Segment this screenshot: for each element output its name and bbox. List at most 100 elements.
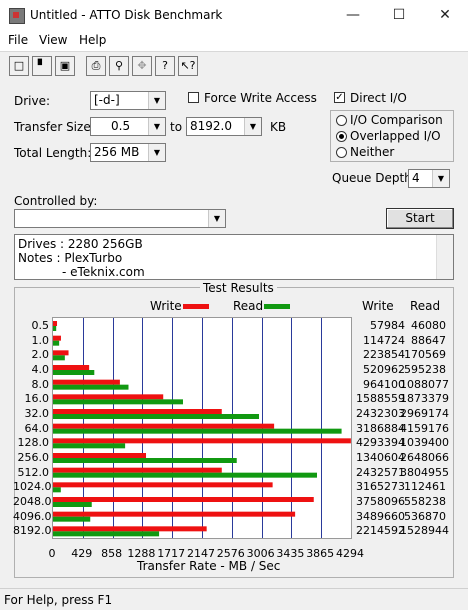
write-value-1024.0: 3165273: [356, 480, 405, 494]
print-preview-icon[interactable]: ⚲: [109, 56, 129, 76]
radio-neither[interactable]: [336, 147, 347, 158]
direct-io-checkbox[interactable]: ✓: [334, 92, 345, 103]
write-bar-1024.0: [53, 482, 273, 488]
write-bar-8192.0: [53, 526, 207, 532]
write-value-2.0: 223854: [363, 348, 405, 362]
status-text: For Help, press F1: [4, 593, 113, 607]
row-label-1.0: 1.0: [31, 333, 50, 347]
read-bar-1024.0: [53, 487, 61, 493]
chevron-down-icon: ▼: [148, 118, 165, 135]
notes-line-drives: Drives : 2280 256GB: [18, 237, 143, 251]
read-bar-64.0: [53, 428, 342, 434]
read-bar-4096.0: [53, 516, 91, 522]
radio-io-comparison[interactable]: [336, 115, 347, 126]
queue-depth-select[interactable]: 4 ▼: [408, 169, 450, 188]
row-label-256.0: 256.0: [17, 451, 50, 464]
total-length-select[interactable]: 256 MB ▼: [90, 143, 166, 162]
menu-view[interactable]: View: [39, 33, 67, 47]
write-bar-256.0: [53, 453, 147, 458]
row-label-4096.0: 4096.0: [13, 509, 52, 523]
x-axis-label: Transfer Rate - MB / Sec: [137, 559, 281, 573]
radio-overlapped-io[interactable]: [336, 131, 347, 142]
results-plot: [52, 317, 352, 539]
row-label-16.0: 16.0: [24, 392, 50, 406]
write-bar-2048.0: [53, 497, 314, 502]
transfer-from-select[interactable]: 0.5 ▼: [90, 117, 166, 136]
total-length-label: Total Length:: [14, 146, 92, 160]
chevron-down-icon: ▼: [148, 144, 165, 161]
drive-value: [-d-]: [94, 93, 120, 107]
column-read-header: Read: [410, 299, 441, 313]
menu-help[interactable]: Help: [79, 33, 106, 47]
menu-bar: File View Help: [0, 31, 468, 51]
write-bar-4096.0: [53, 511, 296, 517]
row-label-0.5: 0.5: [31, 319, 50, 332]
read-value-8.0: 1088077: [400, 377, 449, 391]
start-button[interactable]: Start: [386, 208, 454, 229]
read-value-128.0: 1039400: [400, 436, 449, 450]
context-help-icon[interactable]: ↖?: [178, 56, 198, 76]
force-write-checkbox[interactable]: [188, 92, 199, 103]
status-bar: For Help, press F1: [0, 588, 468, 610]
write-bar-512.0: [53, 467, 222, 473]
transfer-from-value: 0.5: [111, 119, 131, 133]
read-value-0.5: 46080: [411, 319, 446, 332]
drive-label: Drive:: [14, 94, 51, 108]
x-tick-0: 0: [48, 547, 56, 560]
close-button[interactable]: ✕: [422, 0, 468, 31]
read-bar-8.0: [53, 384, 129, 390]
neither-label: Neither: [350, 145, 395, 159]
write-value-4.0: 520962: [363, 363, 405, 376]
read-bar-512.0: [53, 472, 318, 478]
read-value-8192.0: 1528944: [400, 524, 449, 538]
help-icon[interactable]: ?: [155, 56, 175, 76]
column-write-header: Write: [362, 299, 394, 313]
row-label-64.0: 64.0: [24, 421, 50, 435]
chevron-down-icon: ▼: [432, 170, 449, 187]
read-value-4096.0: 536870: [404, 509, 446, 523]
read-value-16.0: 1873379: [400, 392, 449, 406]
chevron-down-icon: ▼: [244, 118, 261, 135]
read-bar-32.0: [53, 414, 260, 419]
read-value-512.0: 3804955: [400, 465, 449, 479]
transfer-to-select[interactable]: 8192.0 ▼: [186, 117, 262, 136]
x-tick-4294: 4294: [336, 547, 364, 560]
write-value-256.0: 1340604: [356, 451, 405, 464]
read-value-32.0: 2969174: [400, 407, 449, 420]
chevron-down-icon: ▼: [148, 92, 165, 109]
controlled-by-select[interactable]: ▼: [14, 209, 226, 228]
row-label-2.0: 2.0: [31, 348, 50, 362]
window-title: Untitled - ATTO Disk Benchmark: [30, 8, 223, 22]
open-icon[interactable]: ▘: [32, 56, 52, 76]
minimize-button[interactable]: —: [330, 0, 376, 31]
menu-file[interactable]: File: [8, 33, 28, 47]
write-bar-64.0: [53, 423, 275, 429]
transfer-unit: KB: [270, 120, 287, 134]
read-bar-1.0: [53, 340, 60, 346]
print-icon[interactable]: ⎙: [86, 56, 106, 76]
read-value-2048.0: 558238: [404, 495, 446, 508]
transfer-to-label: to: [170, 120, 183, 134]
write-value-1.0: 114724: [363, 333, 405, 347]
read-bar-0.5: [53, 326, 57, 331]
direct-io-label: Direct I/O: [350, 91, 407, 105]
transfer-size-label: Transfer Size:: [14, 120, 95, 134]
io-comparison-label: I/O Comparison: [350, 113, 443, 127]
new-icon[interactable]: □: [9, 56, 29, 76]
drive-select[interactable]: [-d-] ▼: [90, 91, 166, 110]
notes-scrollbar[interactable]: [436, 235, 453, 279]
read-value-2.0: 170569: [404, 348, 446, 362]
x-tick-429: 429: [71, 547, 93, 560]
queue-depth-value: 4: [412, 171, 420, 185]
notes-textarea[interactable]: Drives : 2280 256GB Notes : PlexTurbo - …: [14, 234, 454, 280]
write-value-2048.0: 3758096: [356, 495, 405, 508]
save-icon[interactable]: ▣: [55, 56, 75, 76]
row-label-1024.0: 1024.0: [13, 480, 52, 494]
read-bar-2.0: [53, 355, 65, 361]
move-icon[interactable]: ✥: [132, 56, 152, 76]
x-tick-3865: 3865: [306, 547, 335, 560]
write-value-0.5: 57984: [370, 319, 405, 332]
write-bar-1.0: [53, 335, 61, 341]
maximize-button[interactable]: ☐: [376, 0, 422, 31]
controlled-by-label: Controlled by:: [14, 194, 98, 208]
